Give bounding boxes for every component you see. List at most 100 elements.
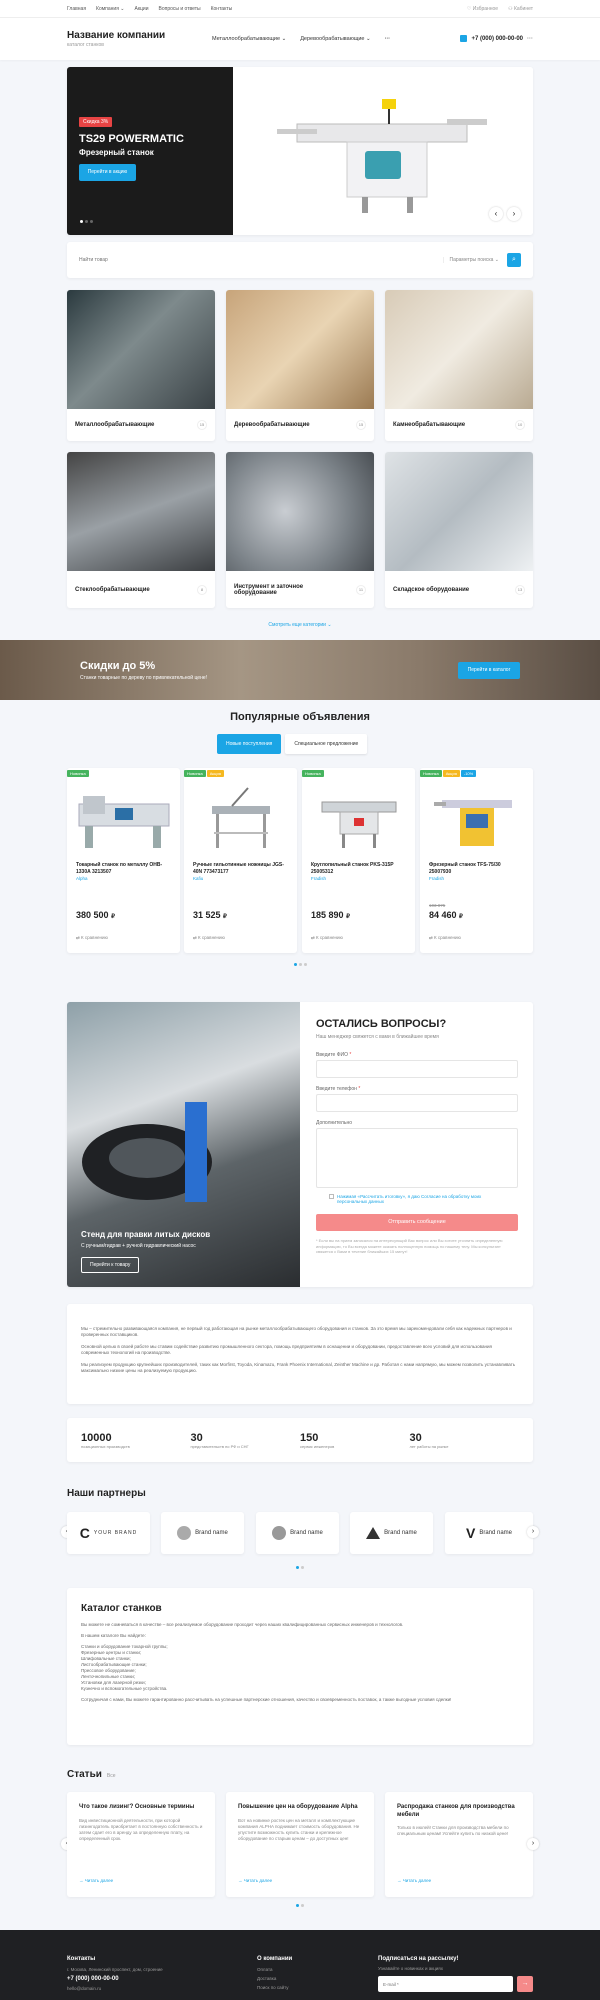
product-card[interactable]: Новинка Акция -10% Фрезерный станок TFS-… bbox=[420, 768, 533, 953]
topbar-link-home[interactable]: Главная bbox=[67, 6, 86, 12]
footer-phone[interactable]: +7 (000) 000-00-00 bbox=[67, 1976, 163, 1982]
articles-dots bbox=[0, 1903, 600, 1909]
badge-new: Новинка bbox=[420, 770, 442, 777]
article-read-more[interactable]: → Читать далее bbox=[79, 1878, 113, 1883]
catalog-lead: В нашем каталоге Вы найдете: bbox=[81, 1633, 146, 1638]
phone-label: Введите телефон * bbox=[316, 1086, 361, 1092]
slider-dot[interactable] bbox=[293, 963, 297, 966]
all-categories-link[interactable]: Смотреть еще категории ⌄ bbox=[0, 622, 600, 628]
cabinet-link[interactable]: ⚇ Кабинет bbox=[508, 6, 533, 12]
articles-all-link[interactable]: Все bbox=[107, 1773, 116, 1779]
product-card[interactable]: Новинка Круглопильный станок PKS-315P 25… bbox=[302, 768, 415, 953]
partner-logo[interactable]: Brand name bbox=[161, 1512, 244, 1554]
category-card[interactable]: Инструмент и заточное оборудование 11 bbox=[226, 452, 374, 608]
category-card[interactable]: Металлообрабатывающие 15 bbox=[67, 290, 215, 441]
partner-logo[interactable]: V Brand name bbox=[445, 1512, 533, 1554]
product-card[interactable]: Новинка Акция Ручные гильотинные ножницы… bbox=[184, 768, 297, 953]
compare-link[interactable]: ⇄ К сравнению bbox=[311, 935, 343, 941]
menu-metal[interactable]: Металлообрабатывающие ⌄ bbox=[212, 36, 286, 42]
hero-next-button[interactable]: › bbox=[507, 207, 521, 221]
subscribe-button[interactable]: → bbox=[517, 1976, 533, 1992]
catalog-outro: Сотрудничая с нами, Вы можете гарантиров… bbox=[81, 1697, 452, 1702]
topbar-link-sales[interactable]: Акции bbox=[135, 6, 149, 12]
partners-next[interactable]: › bbox=[527, 1526, 539, 1538]
slider-dot[interactable] bbox=[303, 963, 307, 966]
category-card[interactable]: Деревообрабатывающие 15 bbox=[226, 290, 374, 441]
phone-icon bbox=[460, 35, 468, 42]
footer-link[interactable]: Оплата bbox=[257, 1967, 292, 1972]
search-params[interactable]: Параметры поиска ⌄ bbox=[442, 257, 499, 263]
brand-triangle-icon bbox=[366, 1527, 381, 1539]
search-input[interactable] bbox=[79, 257, 443, 263]
article-read-more[interactable]: → Читать далее bbox=[238, 1878, 272, 1883]
partner-logo[interactable]: Brand name bbox=[256, 1512, 339, 1554]
slider-dot[interactable] bbox=[296, 1566, 299, 1569]
company-logo-name[interactable]: Название компании bbox=[67, 30, 165, 41]
footer-email[interactable]: hello@domain.ru bbox=[67, 1986, 163, 1991]
promo-button[interactable]: Перейти в каталог bbox=[458, 662, 520, 679]
topbar-link-company[interactable]: Компания ⌄ bbox=[96, 6, 124, 12]
header-phone[interactable]: +7 (000) 000-00-00 bbox=[471, 36, 523, 42]
chevron-left-icon: ‹ bbox=[494, 209, 498, 218]
badge-new: Новинка bbox=[184, 770, 206, 777]
product-brand[interactable]: Fradish bbox=[311, 876, 326, 881]
subscribe-email-input[interactable] bbox=[378, 1976, 513, 1992]
tab-new[interactable]: Новые поступления bbox=[217, 734, 282, 754]
product-brand[interactable]: Kafiu bbox=[193, 876, 203, 881]
phone-field[interactable] bbox=[316, 1094, 518, 1112]
category-image bbox=[385, 452, 533, 571]
hero-prev-button[interactable]: ‹ bbox=[489, 207, 503, 221]
category-card[interactable]: Складское оборудование 13 bbox=[385, 452, 533, 608]
article-read-more[interactable]: → Читать далее bbox=[397, 1878, 431, 1883]
extra-textarea[interactable] bbox=[316, 1128, 518, 1188]
slider-dot[interactable] bbox=[301, 1904, 304, 1907]
partners-title: Наши партнеры bbox=[67, 1488, 146, 1499]
brand-c-icon: C bbox=[79, 1525, 90, 1541]
tab-special[interactable]: Специальное предложение bbox=[285, 734, 368, 754]
product-brand[interactable]: Fradish bbox=[429, 876, 444, 881]
category-card[interactable]: Камнеобрабатывающие 10 bbox=[385, 290, 533, 441]
category-image bbox=[67, 452, 215, 571]
slider-dot[interactable] bbox=[298, 963, 302, 966]
popular-title: Популярные объявления bbox=[230, 711, 370, 723]
footer-link[interactable]: Поиск по сайту bbox=[257, 1985, 292, 1990]
heart-icon: ♡ bbox=[466, 6, 472, 12]
topbar-link-contacts[interactable]: Контакты bbox=[211, 6, 233, 12]
favorites-link[interactable]: ♡ Избранное bbox=[467, 6, 498, 12]
phone-more[interactable]: ··· bbox=[527, 36, 533, 42]
slider-dot[interactable] bbox=[90, 220, 93, 223]
article-card[interactable]: Повышение цен на оборудование Alpha Вот … bbox=[226, 1792, 374, 1897]
product-name: Ручные гильотинные ножницы JGS-40N 77347… bbox=[193, 862, 284, 875]
compare-link[interactable]: ⇄ К сравнению bbox=[429, 935, 461, 941]
name-field[interactable] bbox=[316, 1060, 518, 1078]
footer-link[interactable]: Доставка bbox=[257, 1976, 292, 1981]
compare-link[interactable]: ⇄ К сравнению bbox=[193, 935, 225, 941]
compare-link[interactable]: ⇄ К сравнению bbox=[76, 935, 108, 941]
submit-button[interactable]: Отправить сообщение bbox=[316, 1214, 518, 1231]
consent-checkbox[interactable]: Нажимая «Рассчитать итоговку», я даю Сог… bbox=[329, 1194, 509, 1204]
search-button[interactable]: ⌕ bbox=[507, 253, 521, 267]
hero-button[interactable]: Перейти в акцию bbox=[79, 164, 136, 181]
product-brand[interactable]: Alpha bbox=[76, 876, 88, 881]
menu-more[interactable]: ··· bbox=[385, 36, 391, 42]
slider-dot[interactable] bbox=[80, 220, 83, 223]
slider-dot[interactable] bbox=[301, 1566, 304, 1569]
topbar-link-faq[interactable]: Вопросы и ответы bbox=[159, 6, 201, 12]
menu-wood[interactable]: Деревообрабатывающие ⌄ bbox=[300, 36, 370, 42]
category-image bbox=[226, 290, 374, 409]
category-count: 11 bbox=[356, 584, 366, 595]
side-button[interactable]: Перейти к товару bbox=[81, 1257, 140, 1273]
product-price: 84 460 ₽ bbox=[429, 910, 463, 920]
slider-dot[interactable] bbox=[296, 1904, 299, 1907]
category-card[interactable]: Стеклообрабатывающие 8 bbox=[67, 452, 215, 608]
compare-icon: ⇄ bbox=[429, 935, 433, 940]
article-card[interactable]: Распродажа станков для производства мебе… bbox=[385, 1792, 533, 1897]
partner-logo[interactable]: Brand name bbox=[350, 1512, 433, 1554]
product-card[interactable]: Новинка Токарный станок по металлу OHB-1… bbox=[67, 768, 180, 953]
header: Название компании каталог станков Металл… bbox=[0, 18, 600, 60]
article-card[interactable]: Что такое лизинг? Основные термины Вид и… bbox=[67, 1792, 215, 1897]
articles-next[interactable]: › bbox=[527, 1838, 539, 1850]
partner-logo[interactable]: C YOUR BRAND bbox=[67, 1512, 150, 1554]
category-image bbox=[385, 290, 533, 409]
slider-dot[interactable] bbox=[85, 220, 88, 223]
